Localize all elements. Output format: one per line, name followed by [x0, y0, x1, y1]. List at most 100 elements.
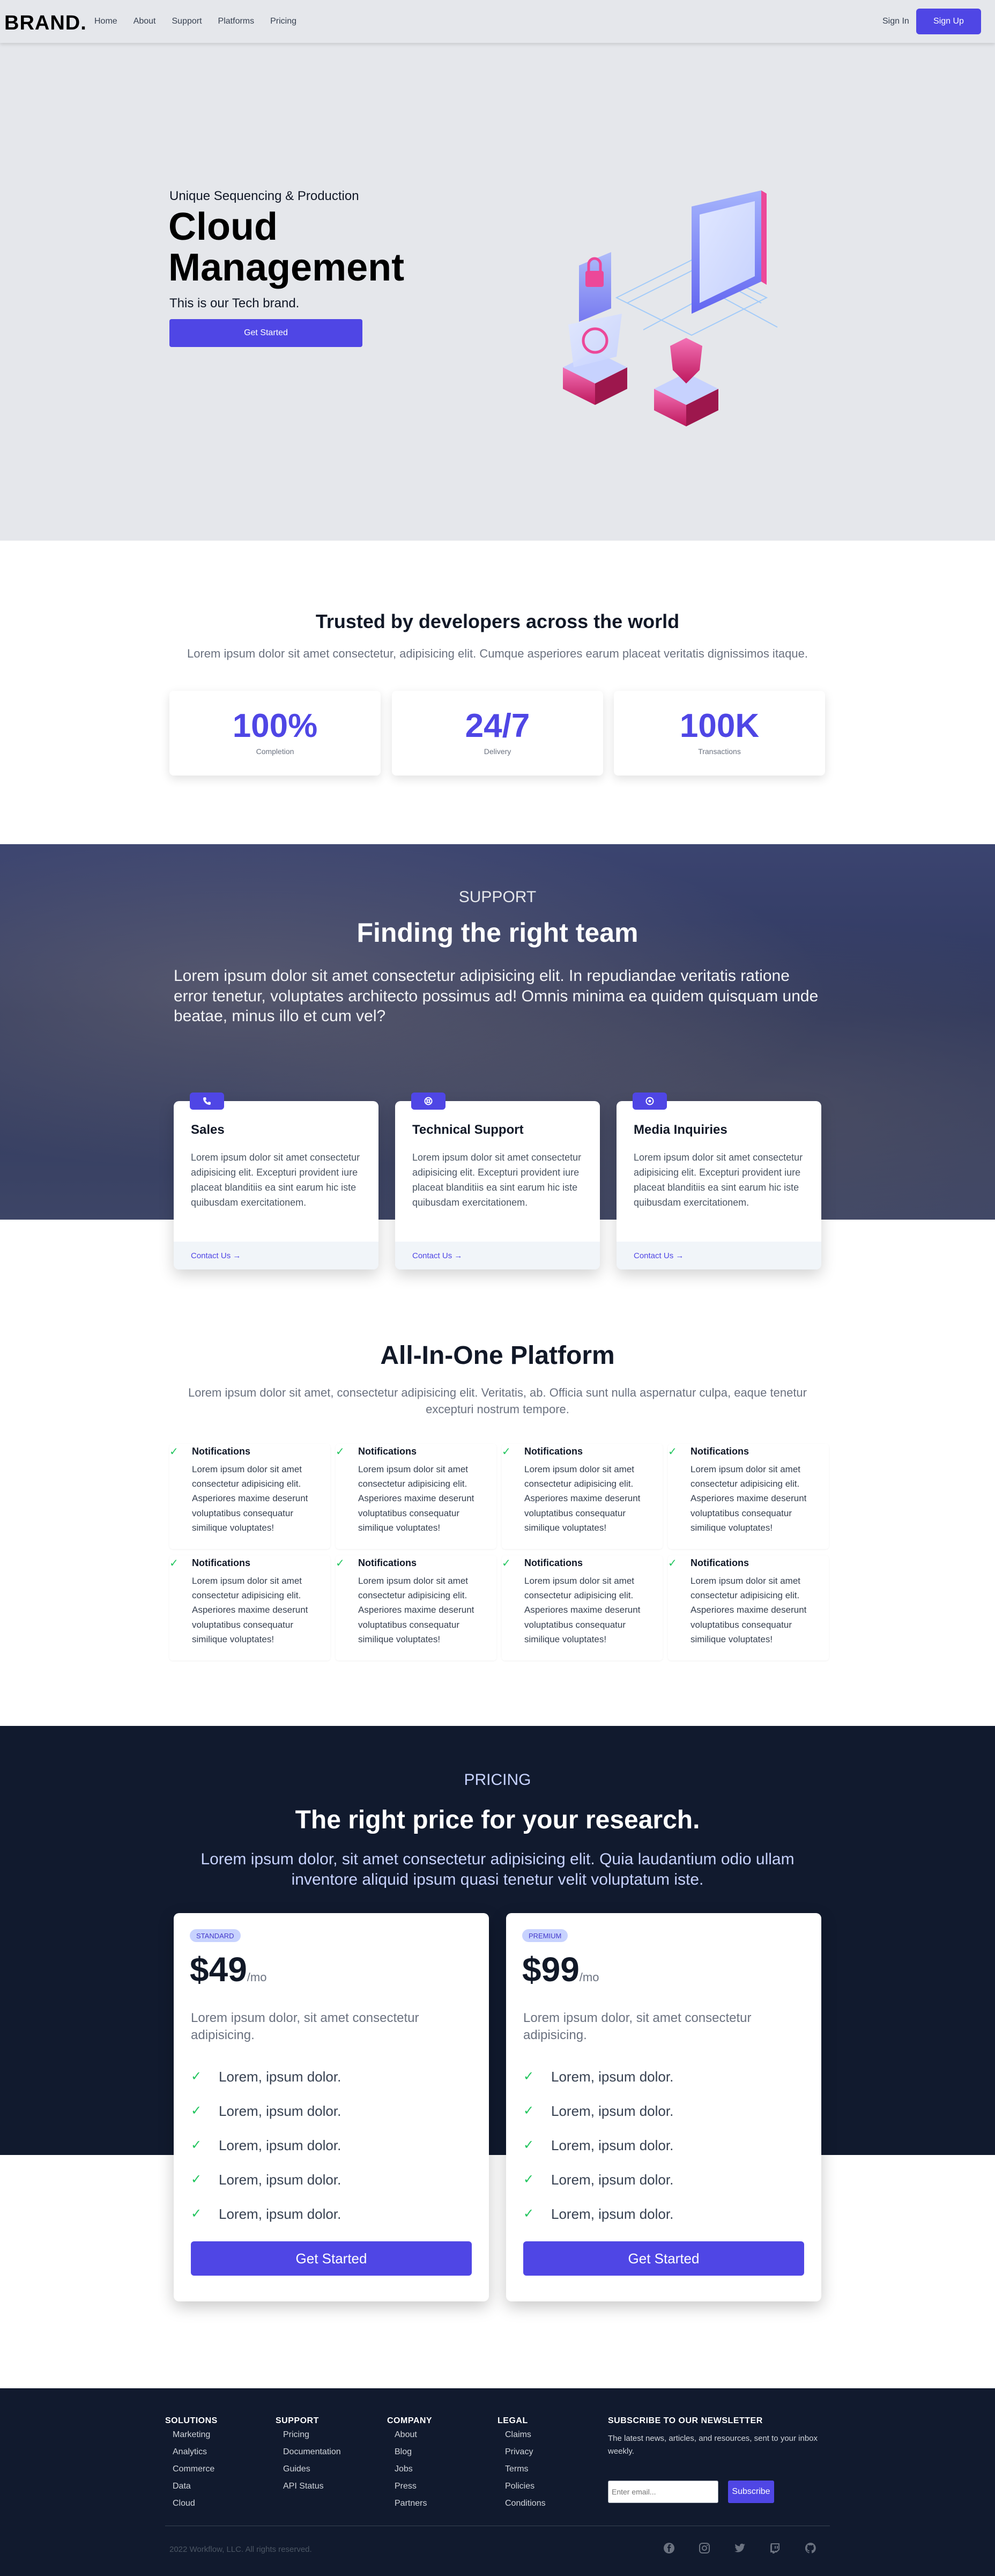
- feature-description: Lorem ipsum dolor sit amet consectetur a…: [358, 1464, 474, 1533]
- card-footer: Contact Us →: [395, 1242, 600, 1269]
- check-icon: ✓: [169, 1558, 179, 1569]
- check-icon: ✓: [668, 1446, 677, 1458]
- top-navbar: BRAND. Home About Support Platforms Pric…: [0, 0, 995, 43]
- feature-description: Lorem ipsum dolor sit amet consectetur a…: [358, 1576, 474, 1644]
- newsletter: SUBSCRIBE TO OUR NEWSLETTER The latest n…: [608, 2416, 833, 2503]
- contact-us-link[interactable]: Contact Us →: [412, 1251, 462, 1260]
- social-links: [663, 2542, 817, 2555]
- footer-link[interactable]: Pricing: [276, 2430, 341, 2447]
- footer-link[interactable]: Conditions: [498, 2499, 546, 2516]
- feature-item: ✓ Notifications Lorem ipsum dolor sit amet…: [668, 1555, 829, 1660]
- check-icon: ✓: [523, 2138, 534, 2152]
- isometric-security-illustration: [563, 190, 778, 426]
- check-icon: ✓: [523, 2206, 534, 2221]
- feature-item: ✓ Notifications Lorem ipsum dolor sit amet…: [336, 1444, 496, 1549]
- check-icon: ✓: [668, 1558, 677, 1569]
- nav-link-platforms[interactable]: Platforms: [218, 17, 255, 26]
- feature-title: Notifications: [524, 1558, 583, 1568]
- footer-column-solutions: SOLUTIONS Marketing Analytics Commerce D…: [165, 2416, 218, 2516]
- feature-description: Lorem ipsum dolor sit amet consectetur a…: [690, 1576, 807, 1644]
- hero-subtitle: Unique Sequencing & Production: [169, 189, 359, 203]
- facebook-icon[interactable]: [663, 2542, 675, 2555]
- nav-link-home[interactable]: Home: [94, 17, 117, 26]
- footer-link[interactable]: Marketing: [165, 2430, 218, 2447]
- github-icon[interactable]: [804, 2542, 817, 2555]
- plan-price: $99/mo: [522, 1950, 599, 1989]
- check-icon: ✓: [336, 1558, 345, 1569]
- feature-item: ✓ Notifications Lorem ipsum dolor sit amet…: [169, 1555, 330, 1660]
- footer-link[interactable]: Guides: [276, 2464, 341, 2482]
- footer-link[interactable]: Press: [387, 2482, 432, 2499]
- phone-icon: [190, 1093, 224, 1110]
- feature-title: Notifications: [524, 1446, 583, 1457]
- check-icon: ✓: [191, 2103, 202, 2118]
- feature-title: Notifications: [192, 1558, 251, 1568]
- card-footer: Contact Us →: [617, 1242, 821, 1269]
- footer-link[interactable]: Claims: [498, 2430, 546, 2447]
- pricing-section: [0, 1726, 995, 2155]
- plan-badge: STANDARD: [190, 1929, 241, 1942]
- plan-period: /mo: [579, 1970, 599, 1984]
- plan-feature: ✓ Lorem, ipsum dolor.: [523, 2172, 674, 2188]
- check-icon: ✓: [169, 1446, 179, 1458]
- footer-heading: LEGAL: [498, 2416, 528, 2425]
- target-icon: [633, 1093, 667, 1110]
- copyright: 2022 Workflow, LLC. All rights reserved.: [169, 2545, 312, 2554]
- stat-label: Transactions: [698, 747, 741, 756]
- card-description: Lorem ipsum dolor sit amet consectetur a…: [191, 1152, 360, 1208]
- contact-us-link[interactable]: Contact Us →: [191, 1251, 241, 1260]
- pricing-card-standard: STANDARD $49/mo Lorem ipsum dolor, sit a…: [174, 1913, 489, 2301]
- footer-link[interactable]: Data: [165, 2482, 218, 2499]
- get-started-button-standard[interactable]: Get Started: [191, 2241, 472, 2276]
- footer-link[interactable]: Privacy: [498, 2447, 546, 2464]
- footer-link[interactable]: Blog: [387, 2447, 432, 2464]
- sign-in-link[interactable]: Sign In: [882, 17, 909, 26]
- card-description: Lorem ipsum dolor sit amet consectetur a…: [634, 1152, 803, 1208]
- instagram-icon[interactable]: [698, 2542, 711, 2555]
- check-icon: ✓: [523, 2172, 534, 2187]
- support-eyebrow: SUPPORT: [458, 888, 537, 906]
- twitch-icon[interactable]: [769, 2542, 782, 2555]
- footer-link[interactable]: Jobs: [387, 2464, 432, 2482]
- feature-item: ✓ Notifications Lorem ipsum dolor sit amet…: [502, 1555, 663, 1660]
- platform-description: Lorem ipsum dolor sit amet, consectetur …: [188, 1386, 807, 1416]
- check-icon: ✓: [502, 1558, 511, 1569]
- twitter-icon[interactable]: [733, 2542, 746, 2555]
- card-title: Sales: [191, 1123, 225, 1137]
- footer-link[interactable]: Partners: [387, 2499, 432, 2516]
- plan-price: $49/mo: [190, 1950, 267, 1989]
- hero-get-started-button[interactable]: Get Started: [169, 319, 362, 347]
- plan-feature: ✓ Lorem, ipsum dolor.: [191, 2069, 341, 2085]
- footer-link[interactable]: Cloud: [165, 2499, 218, 2516]
- newsletter-heading: SUBSCRIBE TO OUR NEWSLETTER: [608, 2416, 763, 2425]
- get-started-button-premium[interactable]: Get Started: [523, 2241, 804, 2276]
- nav-link-support[interactable]: Support: [172, 17, 202, 26]
- feature-title: Notifications: [358, 1558, 417, 1568]
- check-icon: ✓: [502, 1446, 511, 1458]
- plan-feature: ✓ Lorem, ipsum dolor.: [191, 2206, 341, 2222]
- brand-logo[interactable]: BRAND.: [4, 12, 87, 35]
- plan-feature: ✓ Lorem, ipsum dolor.: [523, 2103, 674, 2119]
- nav-links: Home About Support Platforms Pricing: [94, 17, 296, 26]
- nav-link-about[interactable]: About: [133, 17, 156, 26]
- footer-column-company: COMPANY About Blog Jobs Press Partners: [387, 2416, 432, 2516]
- plan-feature-list: ✓ Lorem, ipsum dolor. ✓ Lorem, ipsum dolor…: [191, 2069, 341, 2240]
- nav-link-pricing[interactable]: Pricing: [270, 17, 296, 26]
- subscribe-button[interactable]: Subscribe: [728, 2481, 774, 2503]
- footer-link[interactable]: Policies: [498, 2482, 546, 2499]
- footer-link[interactable]: Documentation: [276, 2447, 341, 2464]
- contact-us-link[interactable]: Contact Us →: [634, 1251, 684, 1260]
- card-description: Lorem ipsum dolor sit amet consectetur a…: [412, 1152, 582, 1208]
- feature-description: Lorem ipsum dolor sit amet consectetur a…: [524, 1576, 641, 1644]
- feature-title: Notifications: [690, 1558, 749, 1568]
- footer-link[interactable]: Terms: [498, 2464, 546, 2482]
- footer-heading: COMPANY: [387, 2416, 433, 2425]
- footer-link[interactable]: Commerce: [165, 2464, 218, 2482]
- sign-up-button[interactable]: Sign Up: [916, 9, 981, 34]
- footer-heading: SOLUTIONS: [165, 2416, 218, 2425]
- email-input[interactable]: [608, 2481, 718, 2503]
- footer-link[interactable]: About: [387, 2430, 432, 2447]
- footer-link[interactable]: API Status: [276, 2482, 341, 2499]
- footer-link[interactable]: Analytics: [165, 2447, 218, 2464]
- check-icon: ✓: [191, 2138, 202, 2152]
